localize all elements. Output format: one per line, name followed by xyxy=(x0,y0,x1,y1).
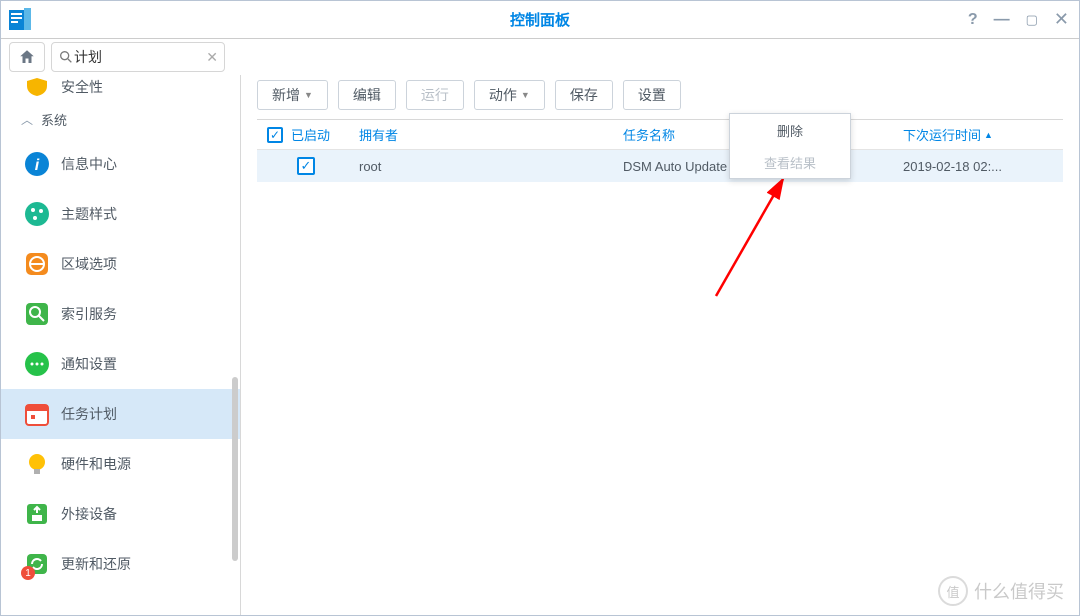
grid-header-enabled[interactable]: ✓已启动 xyxy=(257,120,349,149)
sidebar-item-security-partial[interactable]: 安全性 xyxy=(1,75,240,99)
palette-icon xyxy=(24,201,50,227)
search-input[interactable] xyxy=(74,49,202,65)
toolbar: 新增▼ 编辑 运行 动作▼ 保存 设置 xyxy=(241,75,1079,111)
sidebar-item-label: 任务计划 xyxy=(61,404,117,424)
bulb-icon xyxy=(24,451,50,477)
grid-header-next-run[interactable]: 下次运行时间 xyxy=(893,120,1063,149)
annotation-arrow xyxy=(711,171,801,301)
header-checkbox[interactable]: ✓ xyxy=(267,127,283,143)
home-icon xyxy=(18,48,36,66)
search-clear-button[interactable]: ✕ xyxy=(206,49,218,66)
chat-icon xyxy=(24,351,50,377)
cell-next-run: 2019-02-18 02:... xyxy=(893,159,1063,174)
home-button[interactable] xyxy=(9,42,45,72)
window-title: 控制面板 xyxy=(510,9,570,30)
sidebar-item-label: 安全性 xyxy=(61,77,103,97)
sidebar-item-theme[interactable]: 主题样式 xyxy=(1,189,240,239)
sidebar-item-label: 通知设置 xyxy=(61,354,117,374)
new-button[interactable]: 新增▼ xyxy=(257,80,328,110)
help-button[interactable]: ? xyxy=(968,11,978,29)
sidebar-item-label: 索引服务 xyxy=(61,304,117,324)
info-icon: i xyxy=(24,151,50,177)
sidebar-item-info-center[interactable]: i 信息中心 xyxy=(1,139,240,189)
search-icon xyxy=(58,49,74,65)
dropdown-view-result: 查看结果 xyxy=(730,146,850,178)
row-checkbox[interactable]: ✓ xyxy=(297,157,315,175)
grid-header-row: ✓已启动 拥有者 任务名称 动作 下次运行时间 xyxy=(257,120,1063,150)
main-panel: 新增▼ 编辑 运行 动作▼ 保存 设置 ✓已启动 拥有者 任务名称 动作 下次运… xyxy=(241,75,1079,615)
search-box: ✕ xyxy=(51,42,225,72)
sidebar-section-label: 系统 xyxy=(41,110,67,129)
sidebar-item-label: 硬件和电源 xyxy=(61,454,131,474)
save-button[interactable]: 保存 xyxy=(555,80,613,110)
caret-down-icon: ▼ xyxy=(304,90,313,100)
grid-header-owner[interactable]: 拥有者 xyxy=(349,120,613,149)
task-grid: ✓已启动 拥有者 任务名称 动作 下次运行时间 ✓ root DSM Auto … xyxy=(257,119,1063,182)
caret-down-icon: ▼ xyxy=(521,90,530,100)
chevron-up-icon: ︿ xyxy=(21,111,33,128)
maximize-button[interactable]: ▢ xyxy=(1026,12,1038,28)
shield-icon xyxy=(23,78,51,96)
app-icon xyxy=(9,8,31,32)
sidebar-item-external[interactable]: 外接设备 xyxy=(1,489,240,539)
sidebar-section-system[interactable]: ︿ 系统 xyxy=(1,99,240,139)
edit-button[interactable]: 编辑 xyxy=(338,80,396,110)
sidebar-item-notification[interactable]: 通知设置 xyxy=(1,339,240,389)
sidebar-item-label: 区域选项 xyxy=(61,254,117,274)
calendar-icon xyxy=(24,401,50,427)
run-button: 运行 xyxy=(406,80,464,110)
sidebar-item-label: 主题样式 xyxy=(61,204,117,224)
device-icon xyxy=(24,501,50,527)
table-row[interactable]: ✓ root DSM Auto Update 下载 DSM 更新 2019-02… xyxy=(257,150,1063,182)
action-dropdown: 删除 查看结果 xyxy=(729,113,851,179)
sidebar-item-region[interactable]: 区域选项 xyxy=(1,239,240,289)
globe-icon xyxy=(24,251,50,277)
sidebar-item-label: 信息中心 xyxy=(61,154,117,174)
topbar: ✕ xyxy=(1,39,1079,75)
badge-icon: 1 xyxy=(21,566,35,580)
sidebar-item-task-scheduler[interactable]: 任务计划 xyxy=(1,389,240,439)
svg-text:i: i xyxy=(35,157,40,174)
cell-owner: root xyxy=(349,159,613,174)
sidebar-scrollbar[interactable] xyxy=(232,377,238,561)
settings-button[interactable]: 设置 xyxy=(623,80,681,110)
sidebar-item-hardware[interactable]: 硬件和电源 xyxy=(1,439,240,489)
dropdown-delete[interactable]: 删除 xyxy=(730,114,850,146)
sidebar-item-label: 更新和还原 xyxy=(61,554,131,574)
sidebar: 安全性 ︿ 系统 i 信息中心 主题样式 区域选项 索引服务 xyxy=(1,75,241,615)
sidebar-item-label: 外接设备 xyxy=(61,504,117,524)
action-button[interactable]: 动作▼ xyxy=(474,80,545,110)
sidebar-item-update[interactable]: 1 更新和还原 xyxy=(1,539,240,589)
sidebar-item-index[interactable]: 索引服务 xyxy=(1,289,240,339)
titlebar: 控制面板 ? — ▢ ✕ xyxy=(1,1,1079,39)
index-icon xyxy=(24,301,50,327)
minimize-button[interactable]: — xyxy=(994,11,1010,29)
close-button[interactable]: ✕ xyxy=(1054,9,1069,30)
